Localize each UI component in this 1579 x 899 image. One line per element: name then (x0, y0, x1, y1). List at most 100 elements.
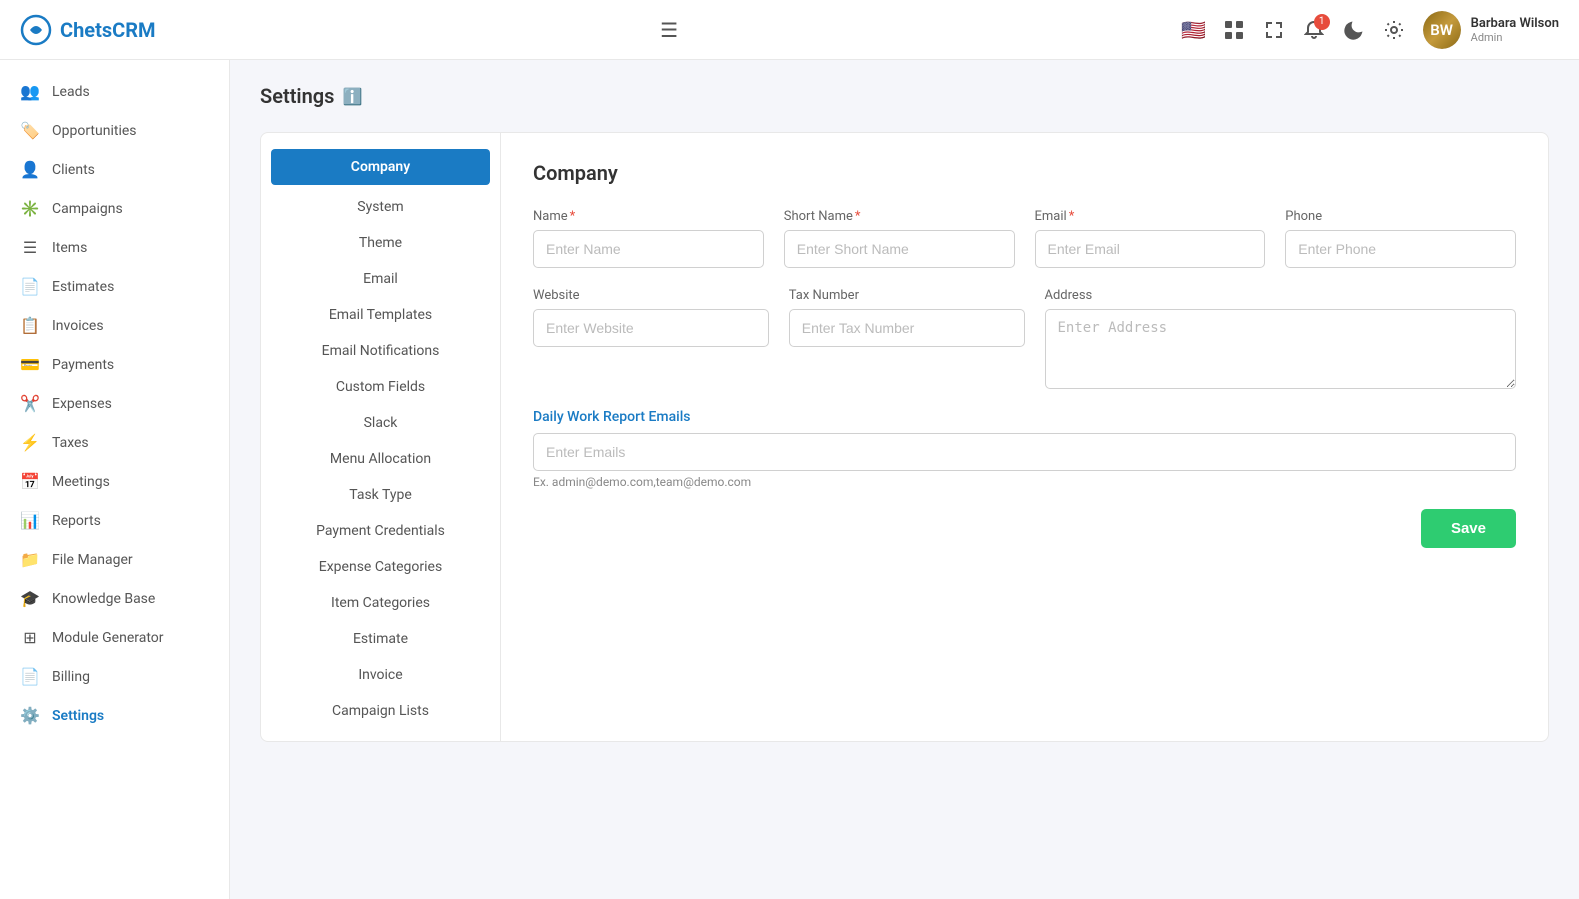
sidebar-item-reports[interactable]: 📊 Reports (0, 501, 229, 540)
opportunities-icon: 🏷️ (20, 121, 40, 140)
emails-hint: Ex. admin@demo.com,team@demo.com (533, 475, 1516, 489)
settings-sidebar-item-custom-fields[interactable]: Custom Fields (261, 369, 500, 405)
taxes-icon: ⚡ (20, 433, 40, 452)
user-profile[interactable]: BW Barbara Wilson Admin (1423, 11, 1559, 49)
sidebar-item-label: Reports (52, 513, 101, 529)
sidebar-item-campaigns[interactable]: ✳️ Campaigns (0, 189, 229, 228)
sidebar-item-file-manager[interactable]: 📁File Manager (0, 540, 229, 579)
settings-sidebar: Company SystemThemeEmailEmail TemplatesEm… (261, 133, 501, 741)
email-input[interactable] (1035, 230, 1266, 268)
settings-sidebar-item-theme[interactable]: Theme (261, 225, 500, 261)
sidebar-item-label: Billing (52, 669, 90, 685)
settings-sidebar-item-system[interactable]: System (261, 189, 500, 225)
sidebar-item-label: Meetings (52, 474, 110, 490)
sidebar-item-clients[interactable]: 👤 Clients (0, 150, 229, 189)
sidebar-item-label: Settings (52, 708, 104, 724)
sidebar-item-label: Opportunities (52, 123, 137, 139)
save-button[interactable]: Save (1421, 509, 1516, 548)
dark-mode-icon[interactable] (1343, 19, 1365, 41)
campaigns-icon: ✳️ (20, 199, 40, 218)
layout: 👥Leads 🏷️ Opportunities 👤 Clients ✳️ Campaigns… (0, 60, 1579, 899)
apps-grid-icon[interactable] (1223, 19, 1245, 41)
settings-sidebar-item-expense-categories[interactable]: Expense Categories (261, 549, 500, 585)
settings-sidebar-item-email-notifications[interactable]: Email Notifications (261, 333, 500, 369)
sidebar-item-meetings[interactable]: 📅 Meetings (0, 462, 229, 501)
form-row-2: Website Tax Number Address (533, 288, 1516, 389)
short-name-group: Short Name* (784, 209, 1015, 268)
fullscreen-icon[interactable] (1263, 19, 1285, 41)
clients-icon: 👤 (20, 160, 40, 179)
settings-icon: ⚙️ (20, 706, 40, 725)
settings-sidebar-item-slack[interactable]: Slack (261, 405, 500, 441)
settings-sidebar-item-email[interactable]: Email (261, 261, 500, 297)
sidebar-item-invoices[interactable]: 📋Invoices (0, 306, 229, 345)
settings-sidebar-item-company[interactable]: Company (271, 149, 490, 185)
address-input[interactable] (1045, 309, 1517, 389)
sidebar-item-payments[interactable]: 💳 Payments (0, 345, 229, 384)
sidebar: 👥Leads 🏷️ Opportunities 👤 Clients ✳️ Campaigns… (0, 60, 230, 899)
phone-label: Phone (1285, 209, 1516, 224)
sidebar-item-module-generator[interactable]: ⊞Module Generator (0, 618, 229, 657)
name-label: Name* (533, 209, 764, 224)
notification-bell[interactable]: 1 (1303, 19, 1325, 41)
sidebar-item-taxes[interactable]: ⚡ Taxes (0, 423, 229, 462)
reports-icon: 📊 (20, 511, 40, 530)
website-group: Website (533, 288, 769, 389)
billing-icon: 📄 (20, 667, 40, 686)
settings-sidebar-item-task-type[interactable]: Task Type (261, 477, 500, 513)
settings-layout: CompanySystemThemeEmailEmail TemplatesEm… (260, 132, 1549, 742)
payments-icon: 💳 (20, 355, 40, 374)
sidebar-item-label: Taxes (52, 435, 89, 451)
tax-number-input[interactable] (789, 309, 1025, 347)
settings-sidebar-item-item-categories[interactable]: Item Categories (261, 585, 500, 621)
settings-sidebar-item-payment-credentials[interactable]: Payment Credentials (261, 513, 500, 549)
tax-number-label: Tax Number (789, 288, 1025, 303)
module-generator-icon: ⊞ (20, 628, 40, 647)
name-input[interactable] (533, 230, 764, 268)
sidebar-item-label: Knowledge Base (52, 591, 155, 607)
settings-sidebar-item-invoice[interactable]: Invoice (261, 657, 500, 693)
meetings-icon: 📅 (20, 472, 40, 491)
sidebar-item-label: Payments (52, 357, 114, 373)
settings-sidebar-item-estimate[interactable]: Estimate (261, 621, 500, 657)
short-name-input[interactable] (784, 230, 1015, 268)
settings-content: Company Name* Short Name* (501, 133, 1548, 741)
emails-input[interactable] (533, 433, 1516, 471)
leads-icon: 👥 (20, 82, 40, 101)
address-group: Address (1045, 288, 1517, 389)
topnav-actions: 🇺🇸 1 BW Barbara Wilson Admin (1183, 11, 1559, 49)
user-role: Admin (1471, 31, 1559, 44)
app-name: ChetsCRM (60, 18, 156, 42)
settings-sidebar-item-menu-allocation[interactable]: Menu Allocation (261, 441, 500, 477)
sidebar-item-expenses[interactable]: ✂️ Expenses (0, 384, 229, 423)
sidebar-item-knowledge-base[interactable]: 🎓Knowledge Base (0, 579, 229, 618)
sidebar-item-label: Campaigns (52, 201, 123, 217)
language-flag[interactable]: 🇺🇸 (1183, 19, 1205, 41)
tax-number-group: Tax Number (789, 288, 1025, 389)
info-icon[interactable]: ℹ️ (342, 87, 362, 106)
sidebar-item-billing[interactable]: 📄 Billing (0, 657, 229, 696)
settings-sidebar-item-campaign-lists[interactable]: Campaign Lists (261, 693, 500, 729)
sidebar-item-label: Expenses (52, 396, 112, 412)
email-group: Email* (1035, 209, 1266, 268)
hamburger-menu[interactable]: ☰ (660, 18, 678, 42)
sidebar-item-settings[interactable]: ⚙️ Settings (0, 696, 229, 735)
user-name: Barbara Wilson (1471, 16, 1559, 31)
expenses-icon: ✂️ (20, 394, 40, 413)
page-title: Settings (260, 84, 334, 108)
logo[interactable]: ChetsCRM (20, 14, 156, 46)
save-row: Save (533, 509, 1516, 548)
sidebar-item-estimates[interactable]: 📄Estimates (0, 267, 229, 306)
sidebar-item-items[interactable]: ☰Items (0, 228, 229, 267)
phone-input[interactable] (1285, 230, 1516, 268)
gear-icon[interactable] (1383, 19, 1405, 41)
main-content: Settings ℹ️ CompanySystemThemeEmailEmail… (230, 60, 1579, 899)
daily-work-section: Daily Work Report Emails Ex. admin@demo.… (533, 409, 1516, 489)
email-label: Email* (1035, 209, 1266, 224)
settings-sidebar-item-email-templates[interactable]: Email Templates (261, 297, 500, 333)
sidebar-item-opportunities[interactable]: 🏷️ Opportunities (0, 111, 229, 150)
invoices-icon: 📋 (20, 316, 40, 335)
website-input[interactable] (533, 309, 769, 347)
sidebar-item-label: Clients (52, 162, 95, 178)
sidebar-item-leads[interactable]: 👥Leads (0, 72, 229, 111)
